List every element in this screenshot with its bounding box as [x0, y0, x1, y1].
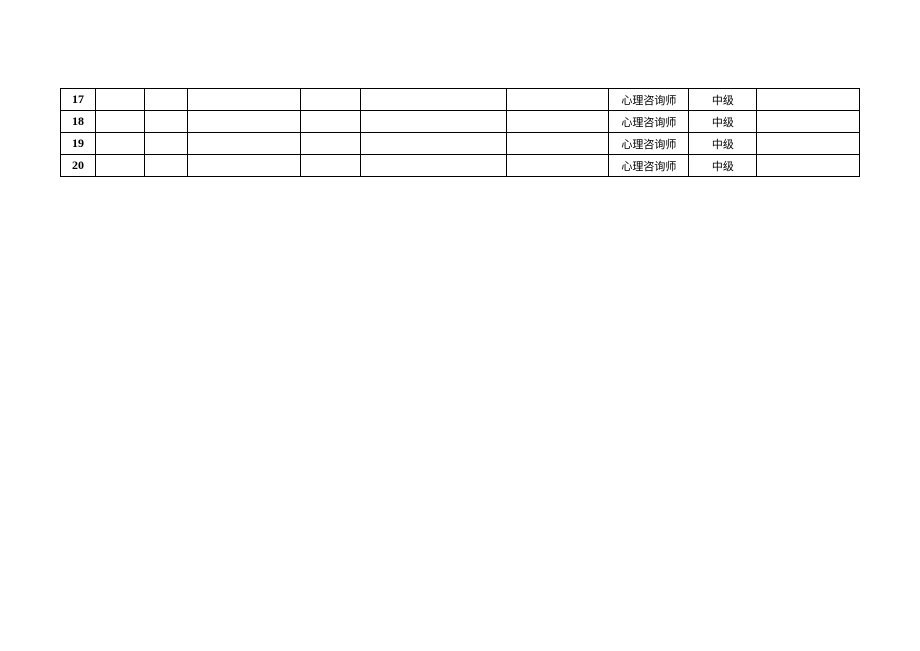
- cell-level: 中级: [689, 133, 757, 155]
- cell: [188, 89, 301, 111]
- cell: [757, 133, 860, 155]
- cell-level: 中级: [689, 89, 757, 111]
- cell: [301, 111, 361, 133]
- table-body: 17 心理咨询师 中级 18 心理咨询师 中级 19: [61, 89, 860, 177]
- row-number: 18: [61, 111, 96, 133]
- cell: [506, 111, 609, 133]
- data-table: 17 心理咨询师 中级 18 心理咨询师 中级 19: [60, 88, 860, 177]
- cell: [506, 155, 609, 177]
- cell: [301, 133, 361, 155]
- cell: [145, 89, 188, 111]
- table-row: 19 心理咨询师 中级: [61, 133, 860, 155]
- cell: [360, 133, 506, 155]
- cell: [145, 133, 188, 155]
- cell-role: 心理咨询师: [609, 155, 689, 177]
- cell: [360, 155, 506, 177]
- cell: [757, 89, 860, 111]
- cell: [188, 133, 301, 155]
- cell-level: 中级: [689, 111, 757, 133]
- row-number: 20: [61, 155, 96, 177]
- cell: [506, 89, 609, 111]
- cell: [145, 111, 188, 133]
- cell: [188, 111, 301, 133]
- cell: [95, 111, 144, 133]
- cell: [360, 111, 506, 133]
- cell: [301, 155, 361, 177]
- cell: [506, 133, 609, 155]
- cell: [145, 155, 188, 177]
- cell: [95, 155, 144, 177]
- cell-level: 中级: [689, 155, 757, 177]
- row-number: 17: [61, 89, 96, 111]
- cell-role: 心理咨询师: [609, 133, 689, 155]
- table-row: 20 心理咨询师 中级: [61, 155, 860, 177]
- cell: [360, 89, 506, 111]
- table-row: 18 心理咨询师 中级: [61, 111, 860, 133]
- table-row: 17 心理咨询师 中级: [61, 89, 860, 111]
- cell-role: 心理咨询师: [609, 111, 689, 133]
- cell: [757, 111, 860, 133]
- cell: [95, 89, 144, 111]
- cell: [95, 133, 144, 155]
- cell-role: 心理咨询师: [609, 89, 689, 111]
- row-number: 19: [61, 133, 96, 155]
- cell: [757, 155, 860, 177]
- cell: [188, 155, 301, 177]
- cell: [301, 89, 361, 111]
